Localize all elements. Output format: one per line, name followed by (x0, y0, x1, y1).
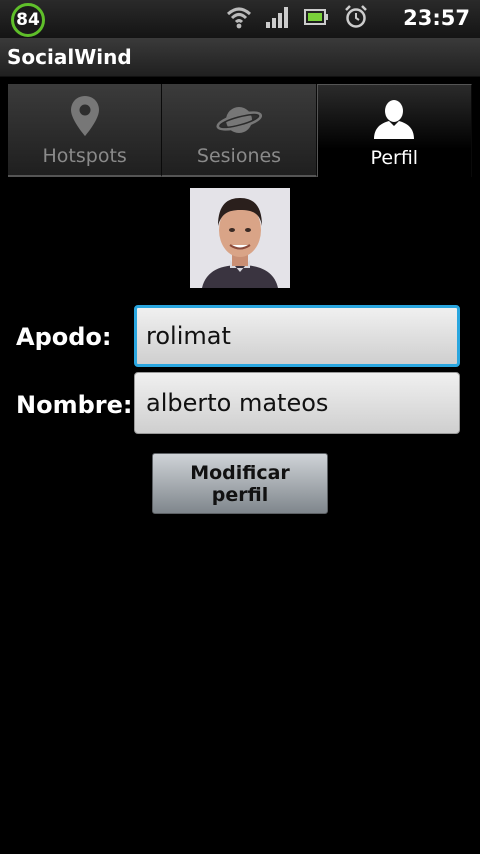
modify-profile-button[interactable]: Modificar perfil (152, 453, 328, 514)
user-icon (374, 100, 415, 139)
tab-hotspots[interactable]: Hotspots (8, 84, 163, 177)
nickname-input[interactable] (134, 305, 460, 367)
profile-avatar (190, 188, 290, 288)
status-icons (226, 5, 368, 33)
tab-hotspots-label: Hotspots (42, 145, 127, 167)
tab-bar: Hotspots Sesiones Perfil (8, 84, 472, 177)
app-title-bar: SocialWind (0, 38, 480, 77)
tab-perfil-label: Perfil (370, 147, 419, 169)
nickname-label: Apodo: (16, 323, 112, 351)
status-bar: 84 23:57 (0, 0, 480, 38)
battery-level-badge: 84 (11, 3, 45, 37)
location-pin-icon (70, 96, 99, 136)
app-title: SocialWind (7, 45, 132, 69)
tab-sesiones[interactable]: Sesiones (162, 84, 317, 177)
name-input[interactable] (134, 372, 460, 434)
tab-sesiones-label: Sesiones (196, 145, 282, 167)
battery-icon (304, 8, 330, 30)
alarm-clock-icon (344, 5, 368, 33)
signal-icon (266, 6, 290, 32)
status-clock: 23:57 (403, 6, 470, 30)
name-label: Nombre: (16, 391, 133, 419)
planet-icon (216, 107, 262, 133)
tab-perfil[interactable]: Perfil (316, 84, 472, 177)
wifi-icon (226, 5, 252, 33)
